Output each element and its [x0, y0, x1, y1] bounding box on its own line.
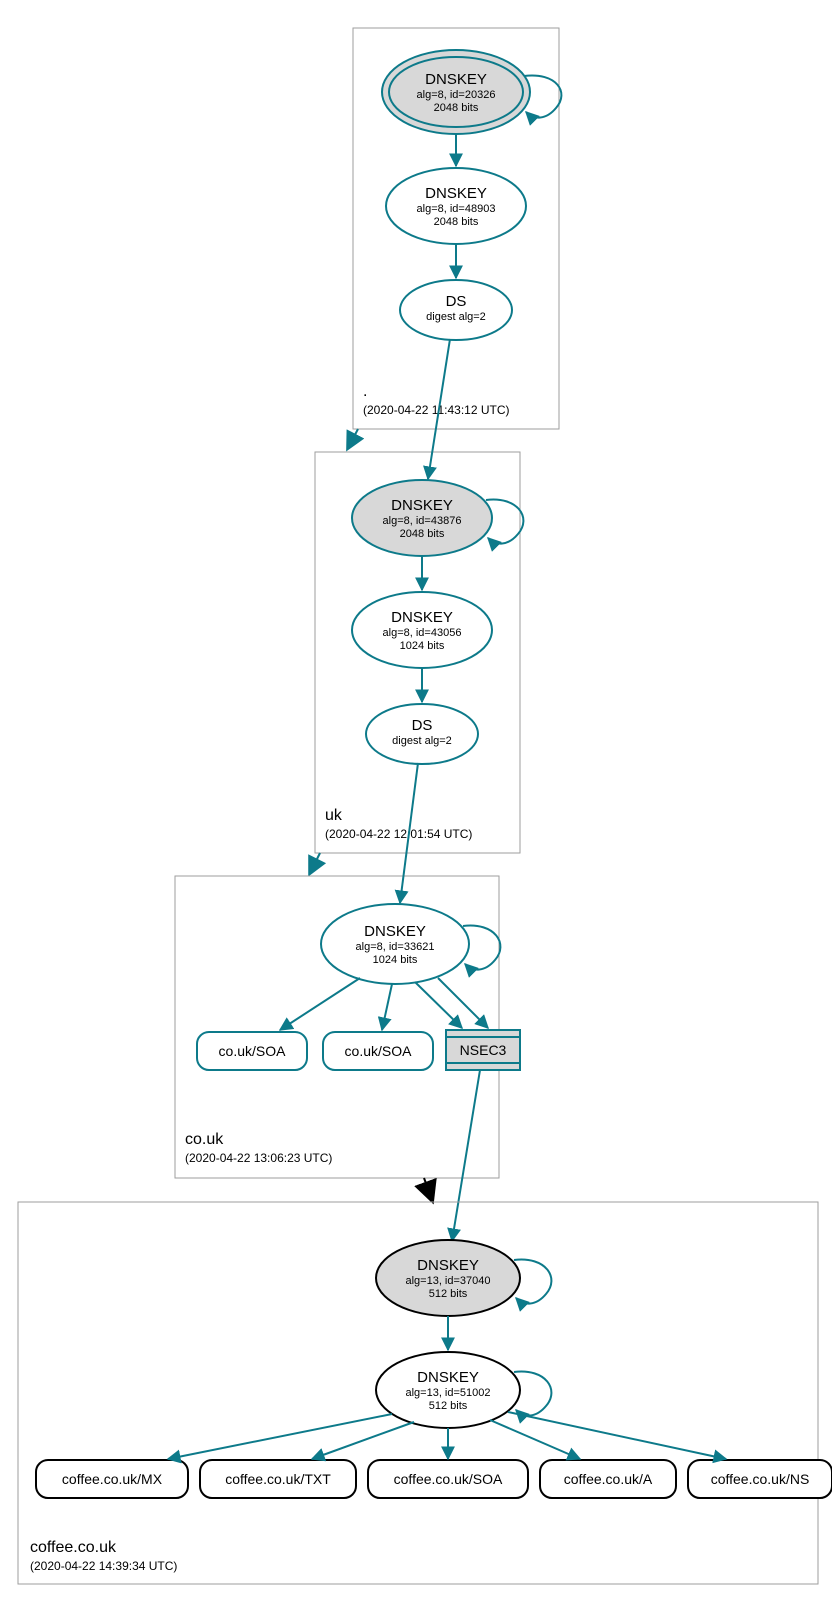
zone-root: . (2020-04-22 11:43:12 UTC) DNSKEY alg=8…: [353, 28, 561, 429]
svg-text:1024 bits: 1024 bits: [400, 640, 445, 652]
zone-couk: co.uk (2020-04-22 13:06:23 UTC) DNSKEY a…: [175, 763, 520, 1178]
edge-coffee-zsk-mx: [168, 1414, 392, 1459]
zone-couk-name: co.uk: [185, 1131, 224, 1148]
coffee-ksk: DNSKEY alg=13, id=37040 512 bits: [376, 1240, 520, 1316]
svg-text:DS: DS: [412, 717, 433, 734]
edge-couk-key-soa1: [280, 978, 360, 1030]
svg-text:alg=8, id=20326: alg=8, id=20326: [417, 89, 496, 101]
uk-ksk: DNSKEY alg=8, id=43876 2048 bits: [352, 480, 492, 556]
svg-text:2048 bits: 2048 bits: [434, 102, 479, 114]
root-ds: DS digest alg=2: [400, 280, 512, 340]
svg-text:alg=13, id=37040: alg=13, id=37040: [405, 1275, 490, 1287]
svg-text:co.uk/SOA: co.uk/SOA: [219, 1043, 287, 1059]
svg-text:DNSKEY: DNSKEY: [364, 923, 426, 940]
svg-text:DS: DS: [446, 293, 467, 310]
edge-nsec3-coffee-ksk: [452, 1070, 480, 1241]
edge-coukbox-coffeebox: [424, 1178, 432, 1200]
coffee-zsk: DNSKEY alg=13, id=51002 512 bits: [376, 1352, 520, 1428]
svg-text:DNSKEY: DNSKEY: [391, 497, 453, 514]
couk-soa1: co.uk/SOA: [197, 1032, 307, 1070]
zone-couk-ts: (2020-04-22 13:06:23 UTC): [185, 1151, 332, 1165]
svg-text:co.uk/SOA: co.uk/SOA: [345, 1043, 413, 1059]
svg-text:alg=8, id=33621: alg=8, id=33621: [356, 941, 435, 953]
svg-text:DNSKEY: DNSKEY: [417, 1257, 479, 1274]
zone-uk-name: uk: [325, 807, 343, 824]
svg-text:coffee.co.uk/A: coffee.co.uk/A: [564, 1471, 653, 1487]
zone-root-ts: (2020-04-22 11:43:12 UTC): [363, 403, 510, 417]
coffee-soa: coffee.co.uk/SOA: [368, 1460, 528, 1498]
root-ksk: DNSKEY alg=8, id=20326 2048 bits: [382, 50, 530, 134]
uk-ds: DS digest alg=2: [366, 704, 478, 764]
coffee-ns: coffee.co.uk/NS: [688, 1460, 832, 1498]
svg-text:coffee.co.uk/MX: coffee.co.uk/MX: [62, 1471, 163, 1487]
svg-text:512 bits: 512 bits: [429, 1400, 468, 1412]
zone-coffee-ts: (2020-04-22 14:39:34 UTC): [30, 1559, 177, 1573]
svg-text:512 bits: 512 bits: [429, 1288, 468, 1300]
svg-text:alg=8, id=43056: alg=8, id=43056: [383, 627, 462, 639]
root-zsk: DNSKEY alg=8, id=48903 2048 bits: [386, 168, 526, 244]
svg-text:DNSKEY: DNSKEY: [425, 71, 487, 88]
svg-text:2048 bits: 2048 bits: [400, 528, 445, 540]
svg-text:coffee.co.uk/TXT: coffee.co.uk/TXT: [225, 1471, 331, 1487]
svg-text:alg=13, id=51002: alg=13, id=51002: [405, 1387, 490, 1399]
svg-text:coffee.co.uk/NS: coffee.co.uk/NS: [711, 1471, 810, 1487]
zone-uk-ts: (2020-04-22 12:01:54 UTC): [325, 827, 472, 841]
couk-soa2: co.uk/SOA: [323, 1032, 433, 1070]
coffee-a: coffee.co.uk/A: [540, 1460, 676, 1498]
edge-couk-key-nsec3a: [415, 982, 462, 1028]
svg-text:2048 bits: 2048 bits: [434, 216, 479, 228]
svg-text:DNSKEY: DNSKEY: [391, 609, 453, 626]
svg-text:DNSKEY: DNSKEY: [417, 1369, 479, 1386]
svg-text:coffee.co.uk/SOA: coffee.co.uk/SOA: [394, 1471, 503, 1487]
svg-text:alg=8, id=43876: alg=8, id=43876: [383, 515, 462, 527]
svg-text:digest alg=2: digest alg=2: [392, 735, 452, 747]
svg-text:digest alg=2: digest alg=2: [426, 311, 486, 323]
zone-root-name: .: [363, 383, 367, 400]
zone-coffee: coffee.co.uk (2020-04-22 14:39:34 UTC) D…: [18, 1202, 832, 1584]
edge-coffee-zsk-ns: [508, 1412, 726, 1459]
uk-zsk: DNSKEY alg=8, id=43056 1024 bits: [352, 592, 492, 668]
svg-text:alg=8, id=48903: alg=8, id=48903: [417, 203, 496, 215]
coffee-txt: coffee.co.uk/TXT: [200, 1460, 356, 1498]
svg-text:1024 bits: 1024 bits: [373, 954, 418, 966]
couk-nsec3: NSEC3: [446, 1030, 520, 1070]
edge-couk-key-soa2: [382, 984, 392, 1030]
svg-text:NSEC3: NSEC3: [460, 1042, 507, 1058]
edge-ukbox-coukbox: [310, 853, 320, 873]
edge-coffee-zsk-a: [490, 1420, 580, 1459]
svg-text:DNSKEY: DNSKEY: [425, 185, 487, 202]
zone-coffee-name: coffee.co.uk: [30, 1539, 117, 1556]
edge-rootbox-ukbox: [348, 429, 358, 448]
dnssec-diagram: . (2020-04-22 11:43:12 UTC) DNSKEY alg=8…: [0, 0, 832, 1613]
couk-key: DNSKEY alg=8, id=33621 1024 bits: [321, 904, 469, 984]
edge-couk-key-nsec3b: [438, 978, 488, 1028]
coffee-mx: coffee.co.uk/MX: [36, 1460, 188, 1498]
